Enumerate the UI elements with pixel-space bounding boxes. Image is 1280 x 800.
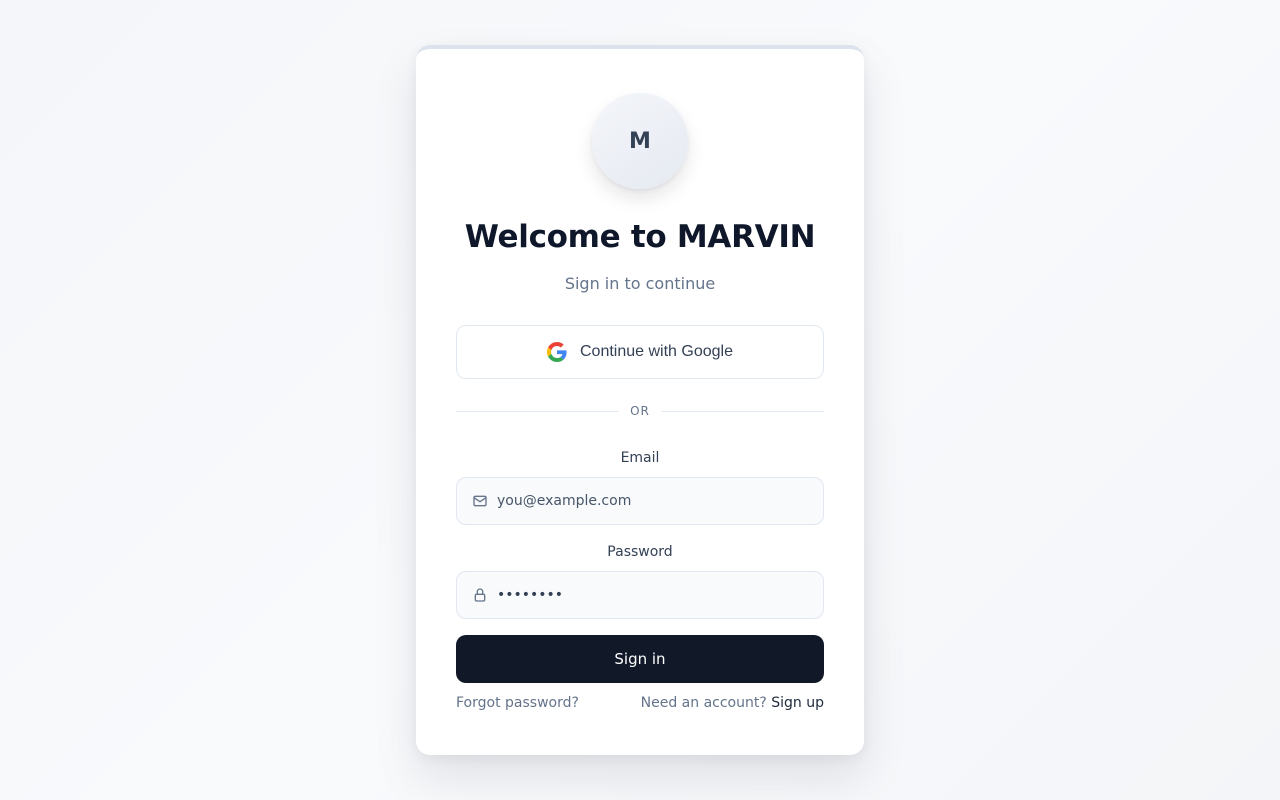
email-label: Email <box>620 450 660 466</box>
password-label: Password <box>607 544 673 560</box>
lock-icon <box>457 587 497 603</box>
login-card: M Welcome to MARVIN Sign in to continue … <box>416 45 864 755</box>
google-icon <box>547 342 567 362</box>
page-title: Welcome to MARVIN <box>464 219 816 255</box>
password-input[interactable] <box>497 572 823 618</box>
page-subtitle: Sign in to continue <box>564 274 716 293</box>
divider-line-right <box>661 410 825 412</box>
login-footer: Forgot password? Need an account? Sign u… <box>456 695 824 711</box>
divider-text: OR <box>630 404 650 418</box>
email-input[interactable] <box>497 478 823 524</box>
google-signin-button[interactable]: Continue with Google <box>456 325 824 379</box>
google-signin-label: Continue with Google <box>580 343 733 360</box>
signin-button[interactable]: Sign in <box>456 635 824 683</box>
password-field-wrapper <box>456 571 824 619</box>
signup-link[interactable]: Sign up <box>771 695 824 711</box>
email-field-wrapper <box>456 477 824 525</box>
or-divider: OR <box>456 401 825 421</box>
signup-prompt: Need an account? Sign up <box>641 695 824 711</box>
forgot-password-link[interactable]: Forgot password? <box>456 695 579 711</box>
mail-icon <box>457 493 497 509</box>
divider-line-left <box>456 410 619 412</box>
brand-initial: M <box>629 128 651 154</box>
need-account-text: Need an account? <box>640 695 767 711</box>
brand-avatar: M <box>592 93 688 189</box>
